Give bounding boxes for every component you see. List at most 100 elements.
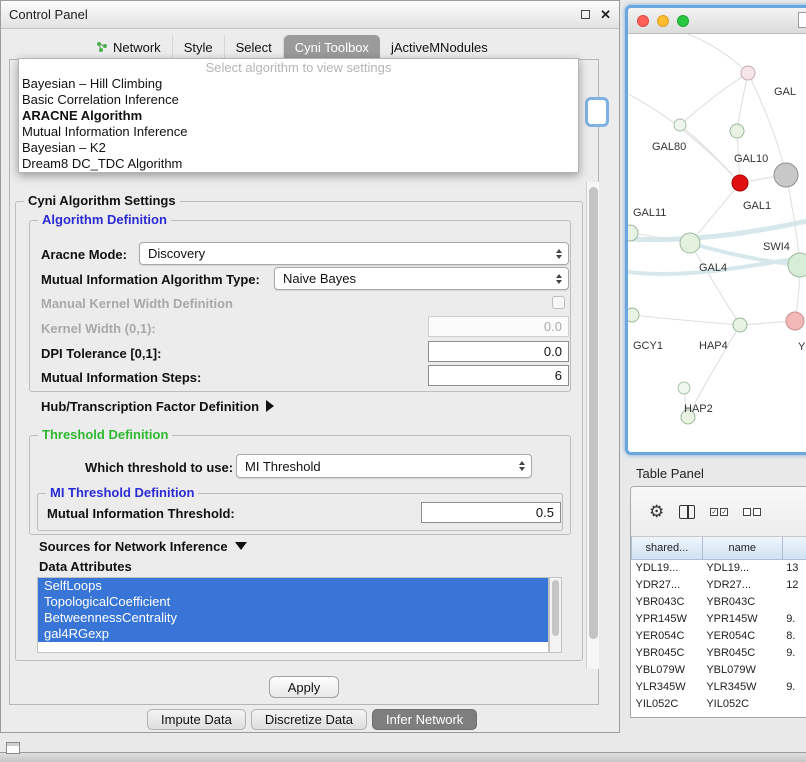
algorithm-option[interactable]: Bayesian – Hill Climbing [19, 76, 578, 92]
aracne-mode-combo[interactable]: Discovery [139, 242, 569, 265]
scrollbar-thumb[interactable] [589, 187, 598, 639]
algorithm-option[interactable]: Dream8 DC_TDC Algorithm [19, 156, 578, 172]
settings-scrollbar[interactable] [586, 182, 599, 669]
mi-threshold-field[interactable]: 0.5 [421, 502, 561, 523]
table-row[interactable]: YBR043CYBR043C [632, 593, 806, 610]
table-cell[interactable] [782, 661, 806, 678]
zoom-traffic-light[interactable] [677, 15, 689, 27]
network-node[interactable] [774, 163, 798, 187]
table-cell[interactable]: 9. [782, 610, 806, 627]
table-cell[interactable]: 12 [782, 576, 806, 593]
network-canvas-container[interactable]: GALGAL80GAL10GAL11GAL1SWI4GAL4GCY1HAP4HA… [628, 34, 806, 426]
table-row[interactable]: YIL052CYIL052C [632, 695, 806, 712]
column-header[interactable]: name [702, 537, 782, 559]
table-row[interactable]: YBL079WYBL079W [632, 661, 806, 678]
algorithm-option[interactable]: Bayesian – K2 [19, 140, 578, 156]
network-node[interactable] [786, 312, 804, 330]
table-cell[interactable] [782, 593, 806, 610]
table-cell[interactable]: YER054C [702, 627, 782, 644]
manual-kernel-checkbox[interactable] [552, 296, 565, 309]
table-cell[interactable]: YER054C [632, 627, 703, 644]
table-cell[interactable]: YBR043C [702, 593, 782, 610]
table-cell[interactable]: YDR27... [702, 576, 782, 593]
table-cell[interactable]: YPR145W [702, 610, 782, 627]
table-row[interactable]: YDR27...YDR27...12 [632, 576, 806, 593]
select-all-icon[interactable]: ✓✓ [710, 508, 728, 516]
tab-network[interactable]: Network [85, 35, 173, 59]
algorithm-placeholder[interactable]: Select algorithm to view settings [19, 59, 578, 76]
mi-steps-field[interactable]: 6 [428, 365, 569, 386]
table-cell[interactable]: YIL052C [702, 695, 782, 712]
table-row[interactable]: YPR145WYPR145W9. [632, 610, 806, 627]
table-cell[interactable]: YDL19... [632, 559, 703, 576]
network-window-titlebar[interactable] [628, 8, 806, 34]
close-icon[interactable]: ✕ [600, 8, 611, 21]
table-cell[interactable]: YPR145W [632, 610, 703, 627]
table-cell[interactable]: YDL19... [702, 559, 782, 576]
column-header[interactable] [782, 537, 806, 559]
minimized-panel-icon[interactable] [6, 742, 20, 754]
table-cell[interactable]: YDR27... [632, 576, 703, 593]
table-row[interactable]: YLR345WYLR345W9. [632, 678, 806, 695]
minimize-traffic-light[interactable] [657, 15, 669, 27]
control-panel-titlebar[interactable]: Control Panel ✕ [1, 1, 619, 29]
close-traffic-light[interactable] [637, 15, 649, 27]
network-node[interactable] [628, 308, 639, 322]
tab-select[interactable]: Select [225, 35, 284, 59]
deselect-all-icon[interactable] [743, 508, 761, 516]
scrollbar-thumb[interactable] [552, 580, 559, 636]
sources-toggle[interactable]: Sources for Network Inference [39, 539, 247, 554]
mi-type-combo[interactable]: Naive Bayes [274, 267, 569, 290]
network-node[interactable] [733, 318, 747, 332]
network-node[interactable] [732, 175, 748, 191]
table-row[interactable]: YER054CYER054C8. [632, 627, 806, 644]
table-cell[interactable] [782, 695, 806, 712]
gear-icon[interactable]: ⚙ [649, 503, 664, 520]
table-cell[interactable]: 9. [782, 678, 806, 695]
attribute-list-scrollbar[interactable] [549, 577, 562, 653]
attribute-item[interactable]: BetweennessCentrality [38, 610, 548, 626]
algorithm-combo-fragment[interactable] [585, 97, 609, 127]
kernel-width-field[interactable]: 0.0 [428, 316, 569, 337]
table-cell[interactable]: YBL079W [632, 661, 703, 678]
table-cell[interactable]: YBL079W [702, 661, 782, 678]
apply-button[interactable]: Apply [269, 676, 339, 698]
float-icon[interactable] [581, 10, 590, 19]
network-node[interactable] [788, 253, 806, 277]
dpi-tolerance-field[interactable]: 0.0 [428, 341, 569, 362]
table-cell[interactable]: 13 [782, 559, 806, 576]
hub-definition-toggle[interactable]: Hub/Transcription Factor Definition [41, 399, 274, 414]
attribute-item[interactable]: TopologicalCoefficient [38, 594, 548, 610]
tab-style[interactable]: Style [173, 35, 225, 59]
attribute-list[interactable]: SelfLoopsTopologicalCoefficientBetweenne… [37, 577, 549, 653]
table-cell[interactable]: YBR045C [632, 644, 703, 661]
which-threshold-combo[interactable]: MI Threshold [236, 454, 532, 478]
table-cell[interactable]: YBR045C [702, 644, 782, 661]
network-node[interactable] [730, 124, 744, 138]
attribute-item[interactable]: SelfLoops [38, 578, 548, 594]
network-node[interactable] [678, 382, 690, 394]
tab-jactivemnodules[interactable]: jActiveMNodules [380, 35, 499, 59]
network-node[interactable] [674, 119, 686, 131]
table-cell[interactable]: YLR345W [632, 678, 703, 695]
network-canvas[interactable]: GALGAL80GAL10GAL11GAL1SWI4GAL4GCY1HAP4HA… [628, 34, 806, 426]
column-header[interactable]: shared... [632, 537, 703, 559]
table-cell[interactable]: YLR345W [702, 678, 782, 695]
algorithm-option[interactable]: Mutual Information Inference [19, 124, 578, 140]
table-cell[interactable]: 9. [782, 644, 806, 661]
algorithm-option[interactable]: Basic Correlation Inference [19, 92, 578, 108]
table-row[interactable]: YDL19...YDL19...13 [632, 559, 806, 576]
tab-impute-data[interactable]: Impute Data [147, 709, 246, 730]
network-node[interactable] [741, 66, 755, 80]
tab-cyni-toolbox[interactable]: Cyni Toolbox [284, 35, 380, 59]
tab-discretize-data[interactable]: Discretize Data [251, 709, 367, 730]
table-cell[interactable]: YIL052C [632, 695, 703, 712]
table-cell[interactable]: YBR043C [632, 593, 703, 610]
table-cell[interactable]: 8. [782, 627, 806, 644]
birdseye-box[interactable] [798, 12, 806, 28]
columns-icon[interactable] [679, 505, 695, 519]
table-row[interactable]: YBR045CYBR045C9. [632, 644, 806, 661]
attribute-item[interactable]: gal4RGexp [38, 626, 548, 642]
algorithm-option[interactable]: ARACNE Algorithm [19, 108, 578, 124]
network-node[interactable] [680, 233, 700, 253]
